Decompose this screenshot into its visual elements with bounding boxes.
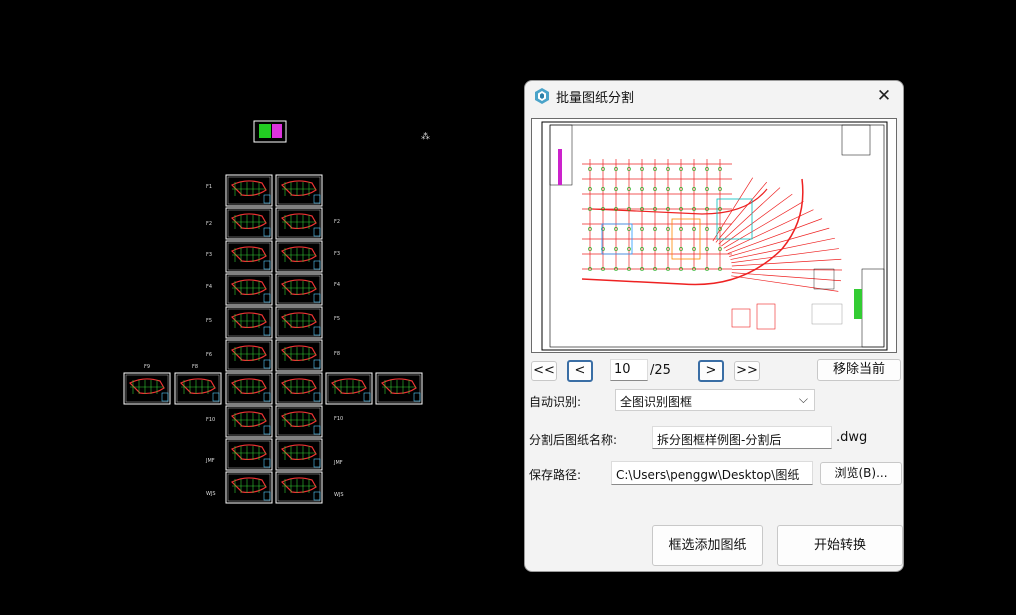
- drawing-sheet-grid: [123, 120, 423, 504]
- close-icon[interactable]: ✕: [873, 85, 895, 107]
- drawing-sheet: [275, 273, 323, 306]
- floor-label: F5: [206, 318, 212, 324]
- row-label: F9: [144, 364, 150, 370]
- remove-current-button[interactable]: 移除当前: [817, 359, 901, 381]
- drawing-sheet: [174, 372, 222, 405]
- first-page-button[interactable]: <<: [531, 361, 557, 381]
- drawing-sheet: [275, 405, 323, 438]
- drawing-sheet: [275, 306, 323, 339]
- start-convert-button[interactable]: 开始转换: [777, 525, 903, 566]
- floor-label: WJS: [206, 491, 216, 497]
- browse-button[interactable]: 浏览(B)...: [820, 462, 902, 485]
- cursor-marker-icon: ⁂: [421, 131, 430, 142]
- save-path-label: 保存路径:: [529, 468, 582, 482]
- floor-label: F1: [206, 184, 212, 190]
- cover-sheet: [253, 120, 287, 143]
- drawing-sheet: [275, 240, 323, 273]
- drawing-sheet: [123, 372, 171, 405]
- floor-label: F2: [334, 219, 340, 225]
- floor-label: F10: [334, 416, 343, 422]
- drawing-sheet: [275, 438, 323, 471]
- drawing-sheet: [275, 207, 323, 240]
- drawing-sheet: [225, 240, 273, 273]
- floor-label: F4: [334, 282, 340, 288]
- drawing-sheet: [225, 339, 273, 372]
- chevron-down-icon: ⌵: [798, 392, 808, 406]
- drawing-sheet: [225, 306, 273, 339]
- row-label: F8: [192, 364, 198, 370]
- drawing-sheet: [275, 174, 323, 207]
- floor-label: F6: [206, 352, 212, 358]
- save-path-input[interactable]: C:\Users\penggw\Desktop\图纸: [611, 461, 813, 485]
- prev-page-button[interactable]: <: [567, 360, 593, 382]
- floor-label: F4: [206, 284, 212, 290]
- auto-detect-label: 自动识别:: [529, 395, 582, 409]
- drawing-sheet: [275, 339, 323, 372]
- next-page-button[interactable]: >: [698, 360, 724, 382]
- auto-detect-select[interactable]: 全图识别图框 ⌵: [615, 389, 815, 411]
- floor-label: F5: [334, 316, 340, 322]
- page-number-input[interactable]: 10: [610, 359, 648, 381]
- floor-label: JMF: [333, 460, 343, 466]
- auto-detect-value: 全图识别图框: [620, 395, 693, 409]
- drawing-sheet: [225, 405, 273, 438]
- output-name-input[interactable]: 拆分图框样例图-分割后: [652, 426, 832, 449]
- drawing-sheet: [275, 372, 323, 405]
- drawing-sheet: [325, 372, 373, 405]
- drawing-preview: [531, 118, 897, 353]
- floor-label: F3: [334, 251, 340, 257]
- select-add-drawing-button[interactable]: 框选添加图纸: [652, 525, 763, 566]
- drawing-sheet: [225, 471, 273, 504]
- floor-label: WJS: [334, 492, 344, 498]
- drawing-sheet: [225, 174, 273, 207]
- title-bar: 批量图纸分割 ✕: [525, 81, 903, 111]
- drawing-sheet: [225, 438, 273, 471]
- floor-label: F8: [334, 351, 340, 357]
- drawing-sheet: [275, 471, 323, 504]
- floor-label: F3: [206, 252, 212, 258]
- output-name-label: 分割后图纸名称:: [529, 433, 618, 447]
- dialog-title: 批量图纸分割: [556, 91, 635, 106]
- app-logo-icon: [535, 88, 549, 104]
- drawing-sheet: [375, 372, 423, 405]
- floor-label: JMF: [205, 458, 215, 464]
- floor-label: F10: [206, 417, 215, 423]
- page-total: /25: [650, 363, 671, 378]
- last-page-button[interactable]: >>: [734, 361, 760, 381]
- drawing-sheet: [225, 207, 273, 240]
- batch-split-dialog: 批量图纸分割 ✕ << < 10 /25 > >> 移除当前 自动识别: 全图识…: [524, 80, 904, 572]
- floor-label: F2: [206, 221, 212, 227]
- output-extension: .dwg: [836, 430, 868, 445]
- cad-model-space[interactable]: F1 F2 F3 F4 F5 F6 F10 JMF WJS F2 F3 F4 F5 F8 F10 JMF WJS…: [0, 0, 520, 615]
- drawing-sheet: [225, 372, 273, 405]
- preview-canvas: [541, 121, 888, 351]
- drawing-sheet: [225, 273, 273, 306]
